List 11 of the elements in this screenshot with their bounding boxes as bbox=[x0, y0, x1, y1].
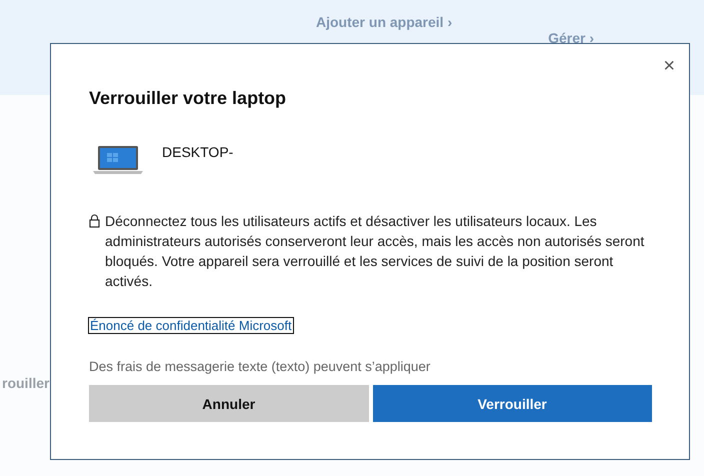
lock-icon bbox=[89, 214, 100, 228]
lock-message: Déconnectez tous les utilisateurs actifs et désactiver les utilisateurs locaux. Les administrateurs autorisés conserveront leur accès, mais les accès non autorisés seront bloqués. Votre appareil sera verrouillé et les services de suivi de la position seront activés. bbox=[105, 212, 646, 291]
sms-note: Des frais de messagerie texte (texto) peuvent s’appliquer bbox=[89, 359, 432, 374]
close-button[interactable]: × bbox=[659, 54, 679, 78]
lock-label: rouiller bbox=[2, 375, 50, 391]
laptop-icon bbox=[92, 145, 144, 175]
lock-button[interactable]: Verrouiller bbox=[372, 385, 652, 422]
cancel-button[interactable]: Annuler bbox=[89, 385, 368, 422]
privacy-link[interactable]: Énoncé de confidentialité Microsoft bbox=[89, 318, 293, 333]
dialog-title: Verrouiller votre laptop bbox=[89, 88, 288, 109]
device-name: DESKTOP- bbox=[162, 144, 234, 160]
